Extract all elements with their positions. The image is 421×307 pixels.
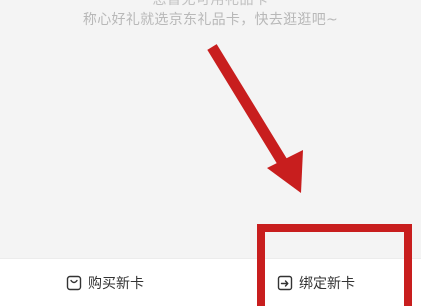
- buy-new-card-label: 购买新卡: [88, 276, 144, 292]
- bind-new-card-label: 绑定新卡: [299, 276, 355, 292]
- shopping-bag-icon: [66, 275, 82, 291]
- bottom-action-bar: 购买新卡 绑定新卡: [0, 258, 421, 307]
- bind-new-card-button[interactable]: 绑定新卡: [211, 259, 421, 307]
- empty-state-title: 您暂无可用礼品卡: [152, 0, 269, 8]
- card-bind-icon: [277, 275, 293, 291]
- buy-new-card-button[interactable]: 购买新卡: [0, 259, 210, 307]
- empty-state-subtitle: 称心好礼就选京东礼品卡，快去逛逛吧~: [82, 12, 339, 28]
- gift-card-screen: 您暂无可用礼品卡 称心好礼就选京东礼品卡，快去逛逛吧~ 购买新卡 绑定新卡: [0, 0, 421, 307]
- red-arrow-annotation: [207, 44, 303, 193]
